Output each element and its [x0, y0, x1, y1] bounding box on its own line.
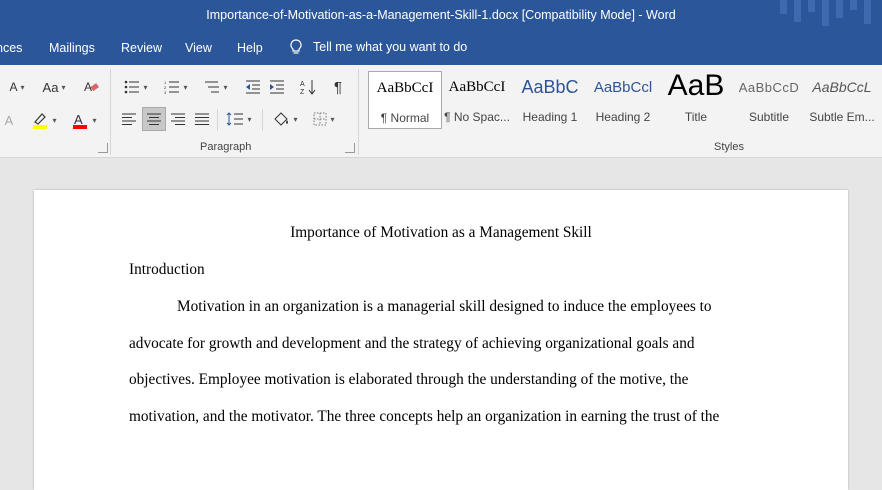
document-canvas: Importance of Motivation as a Management… — [0, 158, 882, 490]
style-subtle-emphasis[interactable]: AaBbCcL Subtle Em... — [806, 71, 878, 127]
document-page[interactable]: Importance of Motivation as a Management… — [34, 190, 848, 490]
font-dialog-launcher[interactable] — [98, 143, 108, 153]
font-color-icon: A — [73, 112, 88, 129]
style-title[interactable]: AaB Title — [660, 69, 732, 127]
style-name: ¶ Normal — [380, 111, 430, 125]
align-right-icon — [171, 113, 185, 125]
paragraph-line: advocate for growth and development and … — [129, 335, 695, 352]
decrease-indent-button[interactable] — [242, 77, 264, 97]
separator — [110, 69, 111, 155]
style-preview: AaB — [667, 69, 725, 102]
paragraph-line: motivation, and the motivator. The three… — [129, 408, 720, 425]
justify-button[interactable] — [191, 108, 213, 130]
separator — [217, 109, 218, 131]
tab-mailings[interactable]: Mailings — [49, 41, 95, 55]
title-bar: Importance-of-Motivation-as-a-Management… — [0, 0, 882, 32]
tab-help[interactable]: Help — [237, 41, 263, 55]
svg-text:Z: Z — [300, 89, 305, 95]
tab-review[interactable]: Review — [121, 41, 162, 55]
style-preview: AaBbCcl — [593, 79, 653, 96]
title-bar-decoration — [772, 0, 882, 32]
pilcrow-icon: ¶ — [333, 78, 343, 96]
style-preview: AaBbCcI — [448, 79, 506, 95]
style-preview: AaBbCcL — [812, 79, 872, 95]
numbered-list-icon: 123 — [164, 80, 180, 94]
svg-text:A: A — [74, 112, 83, 127]
borders-icon — [313, 112, 327, 126]
sort-icon: A Z — [300, 80, 316, 95]
styles-group-label: Styles — [714, 141, 744, 153]
align-center-button[interactable] — [142, 107, 166, 131]
style-preview: AaBbC — [521, 77, 579, 97]
style-subtitle[interactable]: AaBbCcD Subtitle — [733, 71, 805, 127]
multilevel-list-icon — [205, 81, 220, 93]
line-spacing-icon — [227, 112, 244, 126]
numbering-button[interactable]: 123 ▾ — [158, 77, 194, 97]
ribbon-tabs-bar: nces Mailings Review View Help Tell me w… — [0, 32, 882, 65]
highlight-swatch — [33, 125, 48, 129]
lightbulb-icon — [290, 39, 302, 54]
shading-button[interactable]: ▾ — [268, 108, 302, 130]
window-title: Importance-of-Motivation-as-a-Management… — [206, 8, 676, 22]
grow-font-button[interactable]: A ▾ — [2, 77, 32, 97]
tell-me-label: Tell me what you want to do — [313, 40, 468, 54]
style-preview: AaBbCcI — [376, 80, 434, 96]
style-name: Subtitle — [748, 110, 790, 124]
justify-icon — [195, 113, 209, 125]
style-name: Title — [684, 110, 708, 124]
style-preview: AaBbCcD — [738, 80, 800, 95]
clear-formatting-button[interactable]: A — [80, 77, 102, 97]
style-name: Subtle Em... — [809, 110, 875, 124]
change-case-button[interactable]: Aa ▾ — [36, 77, 72, 97]
style-name: Heading 2 — [595, 110, 651, 124]
align-left-button[interactable] — [118, 108, 140, 130]
style-name: Heading 1 — [522, 110, 578, 124]
tell-me-search[interactable]: Tell me what you want to do — [289, 39, 467, 55]
align-left-icon — [122, 113, 136, 125]
document-heading: Introduction — [129, 261, 205, 278]
eraser-icon: A — [84, 80, 99, 94]
increase-indent-icon — [270, 80, 284, 94]
paragraph-line: objectives. Employee motivation is elabo… — [129, 371, 689, 388]
change-case-icon: Aa — [42, 79, 59, 95]
style-no-spacing[interactable]: AaBbCcI ¶ No Spac... — [441, 71, 513, 127]
align-right-button[interactable] — [167, 108, 189, 130]
paint-bucket-icon — [274, 112, 289, 126]
svg-text:A: A — [300, 81, 305, 88]
bullets-button[interactable]: ▾ — [118, 77, 154, 97]
decrease-indent-icon — [246, 80, 260, 94]
sort-button[interactable]: A Z — [297, 77, 319, 97]
highlight-color-button[interactable]: ▾ — [26, 108, 62, 132]
align-center-icon — [147, 113, 161, 125]
line-spacing-button[interactable]: ▾ — [222, 108, 256, 130]
paragraph-dialog-launcher[interactable] — [345, 143, 355, 153]
styles-gallery: AaBbCcI ¶ Normal AaBbCcI ¶ No Spac... Aa… — [368, 69, 875, 129]
paragraph-line: Motivation in an organization is a manag… — [177, 298, 712, 315]
tab-references[interactable]: nces — [0, 41, 22, 55]
style-heading-1[interactable]: AaBbC Heading 1 — [514, 71, 586, 127]
tab-view[interactable]: View — [185, 41, 212, 55]
text-effects-icon: A — [4, 112, 14, 128]
multilevel-list-button[interactable]: ▾ — [198, 77, 234, 97]
show-formatting-marks-button[interactable]: ¶ — [328, 77, 348, 97]
paragraph-group-label: Paragraph — [200, 141, 252, 153]
grow-font-icon: A — [9, 80, 18, 94]
increase-indent-button[interactable] — [266, 77, 288, 97]
borders-button[interactable]: ▾ — [306, 108, 342, 130]
bullet-list-icon — [125, 80, 140, 94]
text-effects-button[interactable]: A — [0, 109, 18, 131]
document-title: Importance of Motivation as a Management… — [290, 224, 592, 241]
highlighter-icon — [33, 113, 48, 129]
style-normal[interactable]: AaBbCcI ¶ Normal — [368, 71, 442, 129]
separator — [358, 69, 359, 155]
font-color-button[interactable]: A ▾ — [66, 108, 102, 132]
separator — [262, 109, 263, 131]
style-heading-2[interactable]: AaBbCcl Heading 2 — [587, 71, 659, 127]
svg-text:3: 3 — [164, 90, 167, 94]
ribbon: A ▾ Aa ▾ A A ▾ A ▾ ▾ 123 ▾ ▾ A Z ¶ ▾ ▾ ▾… — [0, 65, 882, 158]
style-name: ¶ No Spac... — [444, 110, 510, 124]
